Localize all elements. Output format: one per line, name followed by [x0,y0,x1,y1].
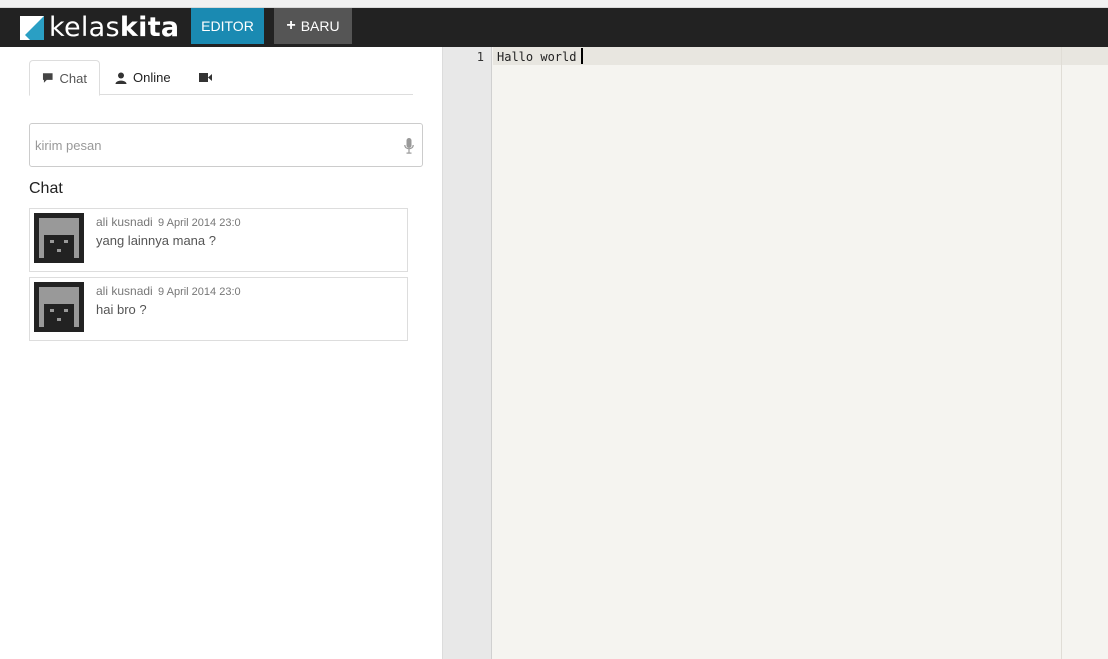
line-number: 1 [476,50,484,64]
chat-tabs: Chat Online [29,60,413,96]
message-time: 9 April 2014 23:0 [158,286,241,298]
comment-icon [42,73,53,83]
user-icon [115,72,127,84]
message-author: ali kusnadi [96,215,153,229]
editor-gutter: 1 [442,47,492,659]
print-margin [1061,47,1062,659]
microphone-icon[interactable] [404,138,414,154]
browser-top-strip [0,0,1108,8]
message-input-box [29,123,423,167]
tab-chat[interactable]: Chat [29,60,100,96]
active-line-highlight [493,47,1108,65]
plus-icon: + [286,17,296,34]
avatar [34,213,84,263]
video-camera-icon [199,73,212,82]
top-navbar: kelaskita EDITOR + BARU [0,8,1108,47]
nav-editor-button[interactable]: EDITOR [191,8,264,44]
nav-editor-label: EDITOR [201,18,254,34]
tab-online-label: Online [133,70,171,85]
tab-chat-label: Chat [59,70,87,86]
message-author: ali kusnadi [96,284,153,298]
brand-logo[interactable]: kelaskita [20,14,179,42]
message-text: yang lainnya mana ? [96,233,216,248]
chat-panel: Chat Online Chat [0,47,442,659]
brand-name-light: kelas [49,12,120,43]
nav-new-label: BARU [300,18,340,34]
kelaskita-logo-icon [20,16,44,40]
avatar [34,282,84,332]
message-input[interactable] [30,124,400,166]
chat-message: ali kusnadi 9 April 2014 23:0 hai bro ? [29,277,408,341]
brand-name: kelaskita [49,14,179,42]
code-line[interactable]: Hallo world [497,50,584,64]
tab-online[interactable]: Online [115,60,171,95]
tab-video[interactable] [199,60,212,95]
code-editor[interactable]: 1 Hallo world [442,47,1108,659]
message-meta: ali kusnadi 9 April 2014 23:0 [96,284,241,298]
message-meta: ali kusnadi 9 April 2014 23:0 [96,215,241,229]
text-cursor [581,48,583,64]
brand-name-bold: kita [119,12,180,43]
message-time: 9 April 2014 23:0 [158,217,241,229]
message-text: hai bro ? [96,302,147,317]
chat-message: ali kusnadi 9 April 2014 23:0 yang lainn… [29,208,408,272]
nav-new-button[interactable]: + BARU [274,8,352,44]
chat-heading: Chat [29,180,63,197]
